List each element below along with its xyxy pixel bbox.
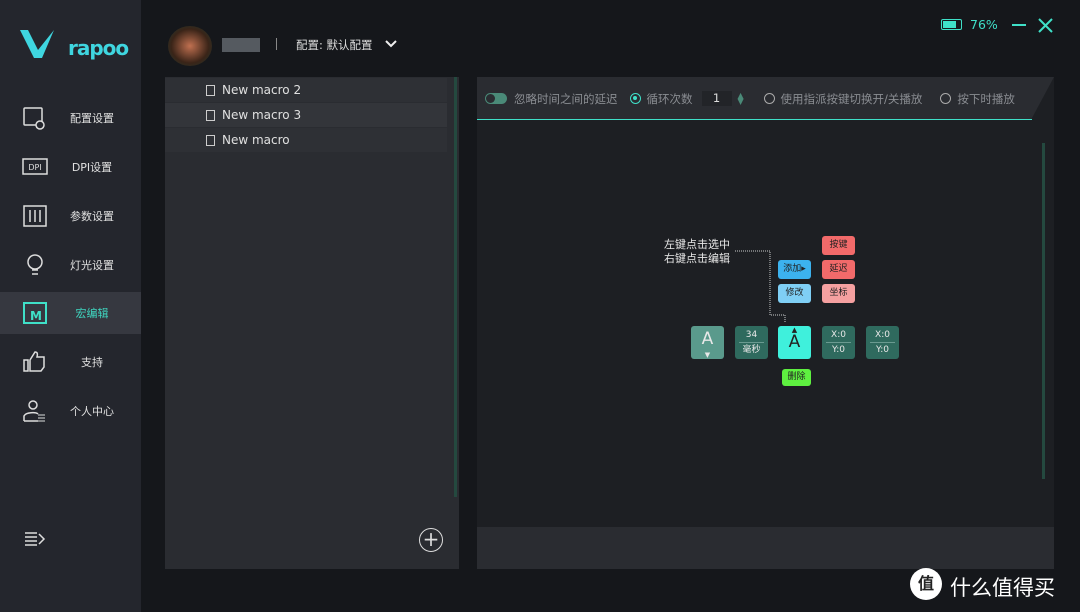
minimize-button[interactable] (1012, 24, 1026, 26)
sidebar-item[interactable]: 参数设置 (0, 195, 141, 237)
macro-list-item[interactable]: New macro 3 (165, 103, 447, 127)
sidebar-item-label: 个人中心 (70, 405, 114, 418)
file-icon (206, 109, 215, 121)
expand-menu-icon[interactable] (24, 530, 46, 548)
key-down-block[interactable]: A ▼ (691, 326, 724, 359)
sidebar-item-label: 支持 (81, 356, 103, 369)
macro-list-item[interactable]: New macro (165, 128, 447, 152)
sidebar-item-label: 配置设置 (70, 112, 114, 125)
avatar[interactable] (168, 26, 212, 66)
loop-count-input[interactable]: 1 (701, 91, 732, 106)
svg-text:M: M (30, 309, 42, 323)
profile-selector[interactable]: 配置: 默认配置 (296, 37, 373, 53)
user-icon (23, 400, 45, 422)
macro-toolbar: 忽略时间之间的延迟 循环次数 1 ▲ ▼ 使用指派按键切换开/关播放 按下时播放 (477, 77, 1054, 120)
toolbar-accent-line (477, 119, 1032, 120)
editor-scrollbar[interactable] (1042, 143, 1045, 479)
username-blurred (222, 38, 260, 52)
sidebar-item-label: DPI设置 (71, 161, 113, 174)
bulb-icon (27, 254, 43, 275)
loop-count-stepper[interactable]: ▲ ▼ (738, 91, 746, 105)
sidebar-item[interactable]: M 宏编辑 (0, 292, 141, 334)
coord-block[interactable]: X:0 Y:0 (822, 326, 855, 359)
macro-icon: M (23, 302, 47, 324)
hold-play-label: 按下时播放 (957, 91, 1015, 106)
add-button[interactable]: 添加▸ (778, 260, 811, 279)
sidebar-item-label: 宏编辑 (75, 307, 109, 320)
sidebar-item-label: 灯光设置 (70, 259, 114, 272)
key-up-block-selected[interactable]: ▲ A (778, 326, 811, 359)
sidebar-item[interactable]: DPI DPI设置 (0, 146, 141, 188)
dpi-icon: DPI (22, 158, 48, 175)
macro-name: New macro 2 (222, 83, 302, 97)
rapoo-logo-icon (20, 30, 54, 58)
edit-hint: 左键点击选中 右键点击编辑 (664, 238, 730, 265)
divider (276, 38, 277, 50)
add-macro-button[interactable]: + (419, 528, 443, 552)
battery-icon (941, 19, 962, 30)
loop-radio[interactable] (629, 93, 641, 104)
add-delay-button[interactable]: 延迟 (822, 260, 855, 279)
loop-label: 循环次数 (646, 91, 693, 106)
editor-footer (477, 527, 1054, 569)
sidebar-item[interactable]: 配置设置 (0, 97, 141, 139)
sidebar-item[interactable]: 灯光设置 (0, 244, 141, 286)
add-key-button[interactable]: 按键 (822, 236, 855, 255)
macro-name: New macro (222, 133, 290, 147)
sliders-icon (23, 205, 47, 227)
macro-list: New macro 2 New macro 3 New macro + (165, 77, 459, 569)
brand-name: rapoo (68, 36, 129, 60)
macro-list-item[interactable]: New macro 2 (165, 78, 447, 102)
sidebar: rapoo 配置设置 DPI DPI设置参数设置灯光设置 M 宏编辑支持个人中心 (0, 0, 141, 612)
toggle-play-radio[interactable] (763, 93, 775, 104)
watermark-text: 什么值得买 (950, 576, 1055, 600)
file-icon (206, 84, 215, 96)
sidebar-item[interactable]: 个人中心 (0, 390, 141, 432)
hold-play-radio[interactable] (940, 93, 952, 104)
svg-text:DPI: DPI (28, 163, 41, 172)
coord-block[interactable]: X:0 Y:0 (866, 326, 899, 359)
ignore-delay-label: 忽略时间之间的延迟 (514, 91, 618, 106)
settings-monitor-icon (23, 107, 45, 130)
close-button[interactable] (1038, 18, 1053, 33)
sidebar-item[interactable]: 支持 (0, 341, 141, 383)
battery-level: 76% (970, 17, 998, 32)
file-icon (206, 134, 215, 146)
delete-button[interactable]: 删除 (782, 369, 811, 386)
list-scrollbar[interactable] (454, 77, 457, 497)
macro-editor (477, 77, 1054, 569)
delay-block[interactable]: 34 毫秒 (735, 326, 768, 359)
watermark-logo: 值 (910, 568, 942, 600)
sidebar-item-label: 参数设置 (70, 210, 114, 223)
chevron-down-icon[interactable] (385, 40, 397, 48)
thumbs-up-icon (23, 351, 45, 372)
toggle-play-label: 使用指派按键切换开/关播放 (780, 91, 923, 106)
add-coord-button[interactable]: 坐标 (822, 284, 855, 303)
ignore-delay-toggle[interactable] (485, 93, 507, 104)
modify-button[interactable]: 修改 (778, 284, 811, 303)
macro-name: New macro 3 (222, 108, 302, 122)
